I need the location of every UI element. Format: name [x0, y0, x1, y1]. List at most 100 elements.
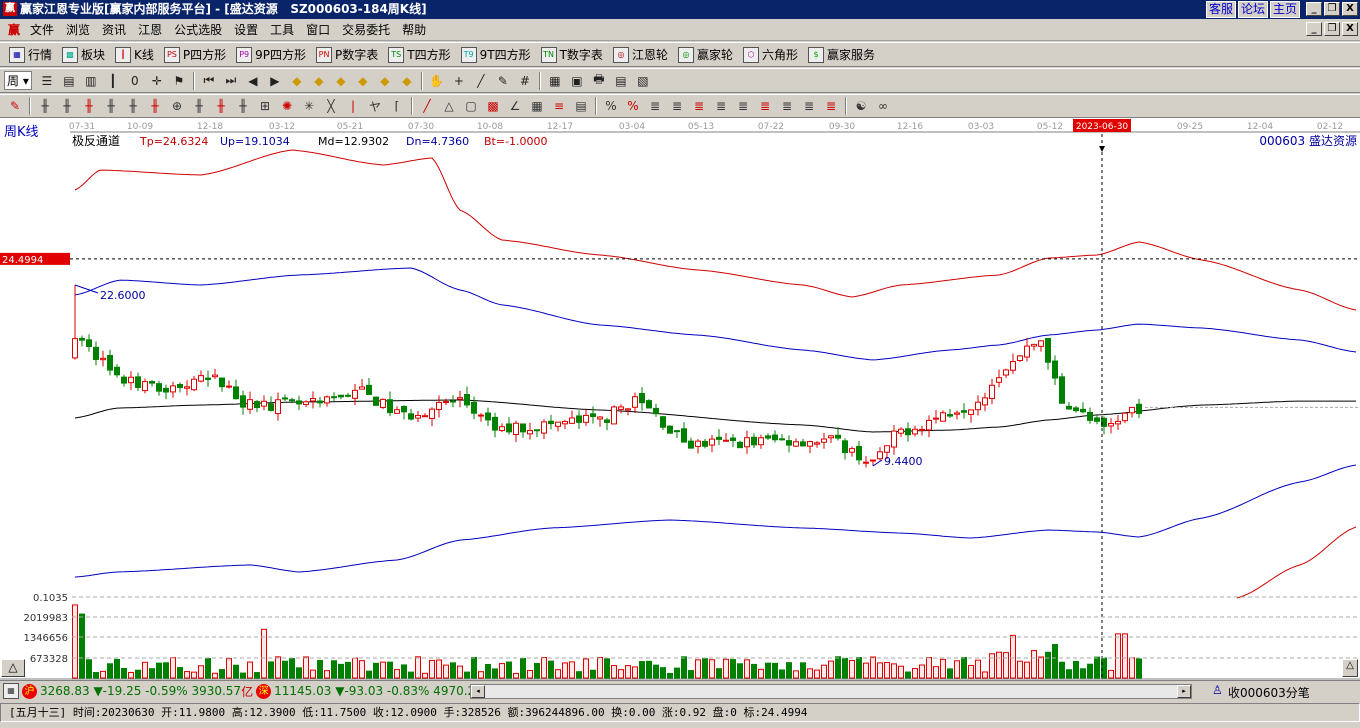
toolbar-button-p9[interactable]: P9 9P四方形 [231, 46, 311, 63]
diamond-6-icon[interactable]: ◆ [397, 71, 417, 91]
horizontal-scrollbar[interactable]: ◂ ▸ [470, 684, 1192, 699]
restore-button[interactable]: ❐ [1324, 2, 1340, 16]
toolbar-button-candles[interactable]: ┃ K线 [110, 46, 159, 63]
star-icon[interactable]: ✳ [299, 96, 319, 116]
volume-toggle-button-right[interactable]: △ [1342, 659, 1358, 677]
hash-icon[interactable]: # [515, 71, 535, 91]
cycle-icon[interactable]: ✺ [277, 96, 297, 116]
toolbar-button-gann-wheel[interactable]: ◎ 江恩轮 [608, 46, 673, 63]
menu-trade[interactable]: 交易委托 [336, 21, 396, 38]
menu-file[interactable]: 文件 [24, 21, 60, 38]
flag-icon[interactable]: ⚑ [169, 71, 189, 91]
calc-icon[interactable]: ▣ [567, 71, 587, 91]
level-5-icon[interactable]: ≣ [733, 96, 753, 116]
export-icon[interactable]: ▧ [633, 71, 653, 91]
save-icon[interactable]: ▤ [611, 71, 631, 91]
bars-5-icon[interactable]: ╫ [123, 96, 143, 116]
candle-icon[interactable]: ┃ [103, 71, 123, 91]
diamond-5-icon[interactable]: ◆ [375, 71, 395, 91]
last-icon[interactable]: ⏭ [221, 71, 241, 91]
table-icon[interactable]: ▤ [571, 96, 591, 116]
toolbar-button-t9[interactable]: T9 9T四方形 [456, 46, 536, 63]
toolbar-button-blocks[interactable]: ▩ 板块 [57, 46, 110, 63]
menu-help[interactable]: 帮助 [396, 21, 432, 38]
menu-browse[interactable]: 浏览 [60, 21, 96, 38]
menu-news[interactable]: 资讯 [96, 21, 132, 38]
hand-icon[interactable]: ✋ [427, 71, 447, 91]
diamond-4-icon[interactable]: ◆ [353, 71, 373, 91]
bars-6-icon[interactable]: ╫ [145, 96, 165, 116]
line-icon[interactable]: ╱ [471, 71, 491, 91]
level-6-icon[interactable]: ≣ [755, 96, 775, 116]
menu-window[interactable]: 窗口 [300, 21, 336, 38]
diamond-2-icon[interactable]: ◆ [309, 71, 329, 91]
bars-1-icon[interactable]: ╫ [35, 96, 55, 116]
bars-2-icon[interactable]: ╫ [57, 96, 77, 116]
scroll-left-button[interactable]: ◂ [471, 685, 485, 698]
toolbar-button-ps[interactable]: PS P四方形 [159, 46, 231, 63]
draw-icon[interactable]: ✎ [493, 71, 513, 91]
toolbar-button-winner-wheel[interactable]: ◎ 赢家轮 [673, 46, 738, 63]
close-button[interactable]: X [1342, 2, 1358, 16]
square-icon[interactable]: ▢ [461, 96, 481, 116]
print-icon[interactable]: 🖶 [589, 71, 609, 91]
scroll-right-button[interactable]: ▸ [1177, 685, 1191, 698]
period-select[interactable]: 周 ▾ [4, 71, 32, 90]
wave-icon[interactable]: | [343, 96, 363, 116]
kline-chart[interactable]: 07-31 10-09 12-18 03-12 05-21 07-30 10-08 12-17… [0, 118, 1360, 680]
first-icon[interactable]: ⏮ [199, 71, 219, 91]
parallel-icon[interactable]: ╫ [189, 96, 209, 116]
diamond-1-icon[interactable]: ◆ [287, 71, 307, 91]
percent-fan-icon[interactable]: % [601, 96, 621, 116]
square-cross-icon[interactable]: ⊞ [255, 96, 275, 116]
toolbar-button-grid[interactable]: ▦ 行情 [4, 46, 57, 63]
infinity-icon[interactable]: ∞ [873, 96, 893, 116]
child-minimize-button[interactable]: _ [1306, 22, 1322, 36]
toolbar-button-dollar[interactable]: $ 赢家服务 [803, 46, 880, 63]
menu-gann[interactable]: 江恩 [132, 21, 168, 38]
fan-icon[interactable]: ╫ [211, 96, 231, 116]
link-home[interactable]: 主页 [1269, 1, 1300, 18]
menu-formula[interactable]: 公式选股 [168, 21, 228, 38]
level-7-icon[interactable]: ≣ [777, 96, 797, 116]
prev-icon[interactable]: ◀ [243, 71, 263, 91]
level-2-icon[interactable]: ≣ [667, 96, 687, 116]
level-1-icon[interactable]: ≣ [645, 96, 665, 116]
chart-area[interactable]: 07-31 10-09 12-18 03-12 05-21 07-30 10-08 12-17… [0, 118, 1360, 680]
tick-label[interactable]: 收000603分笔 [1228, 684, 1310, 701]
doc-icon[interactable]: ▤ [59, 71, 79, 91]
toolbar-button-tn[interactable]: TN T数字表 [536, 46, 608, 63]
link-customer-service[interactable]: 客服 [1205, 1, 1236, 18]
arrows-icon[interactable]: ╫ [233, 96, 253, 116]
toolbar-button-hexagon[interactable]: ⬡ 六角形 [738, 46, 803, 63]
percent-icon[interactable]: % [623, 96, 643, 116]
menu-settings[interactable]: 设置 [228, 21, 264, 38]
chart-small-icon[interactable]: ▥ [81, 71, 101, 91]
calendar-icon[interactable]: ▦ [545, 71, 565, 91]
lines-icon[interactable]: ≡ [549, 96, 569, 116]
bracket-icon[interactable]: ⌈ [387, 96, 407, 116]
triangle-icon[interactable]: △ [439, 96, 459, 116]
child-close-button[interactable]: X [1342, 22, 1358, 36]
level-9-icon[interactable]: ≣ [821, 96, 841, 116]
volume-toggle-button[interactable]: △ [1, 659, 25, 677]
slash-icon[interactable]: ╱ [417, 96, 437, 116]
level-4-icon[interactable]: ≣ [711, 96, 731, 116]
yin-yang-icon[interactable]: ☯ [851, 96, 871, 116]
menu-tools[interactable]: 工具 [264, 21, 300, 38]
toolbar-button-pn[interactable]: PN P数字表 [311, 46, 383, 63]
columns-icon[interactable]: ヤ [365, 96, 385, 116]
level-8-icon[interactable]: ≣ [799, 96, 819, 116]
bars-3-icon[interactable]: ╫ [79, 96, 99, 116]
list-icon[interactable]: ☰ [37, 71, 57, 91]
child-restore-button[interactable]: ❐ [1324, 22, 1340, 36]
angle-icon[interactable]: ∠ [505, 96, 525, 116]
cross-icon[interactable]: + [449, 71, 469, 91]
link-forum[interactable]: 论坛 [1237, 1, 1268, 18]
box-icon[interactable]: ╳ [321, 96, 341, 116]
pencil-icon[interactable]: ✎ [5, 96, 25, 116]
level-3-icon[interactable]: ≣ [689, 96, 709, 116]
minimize-button[interactable]: _ [1306, 2, 1322, 16]
crosshair-icon[interactable]: ✛ [147, 71, 167, 91]
zero-icon[interactable]: 0 [125, 71, 145, 91]
